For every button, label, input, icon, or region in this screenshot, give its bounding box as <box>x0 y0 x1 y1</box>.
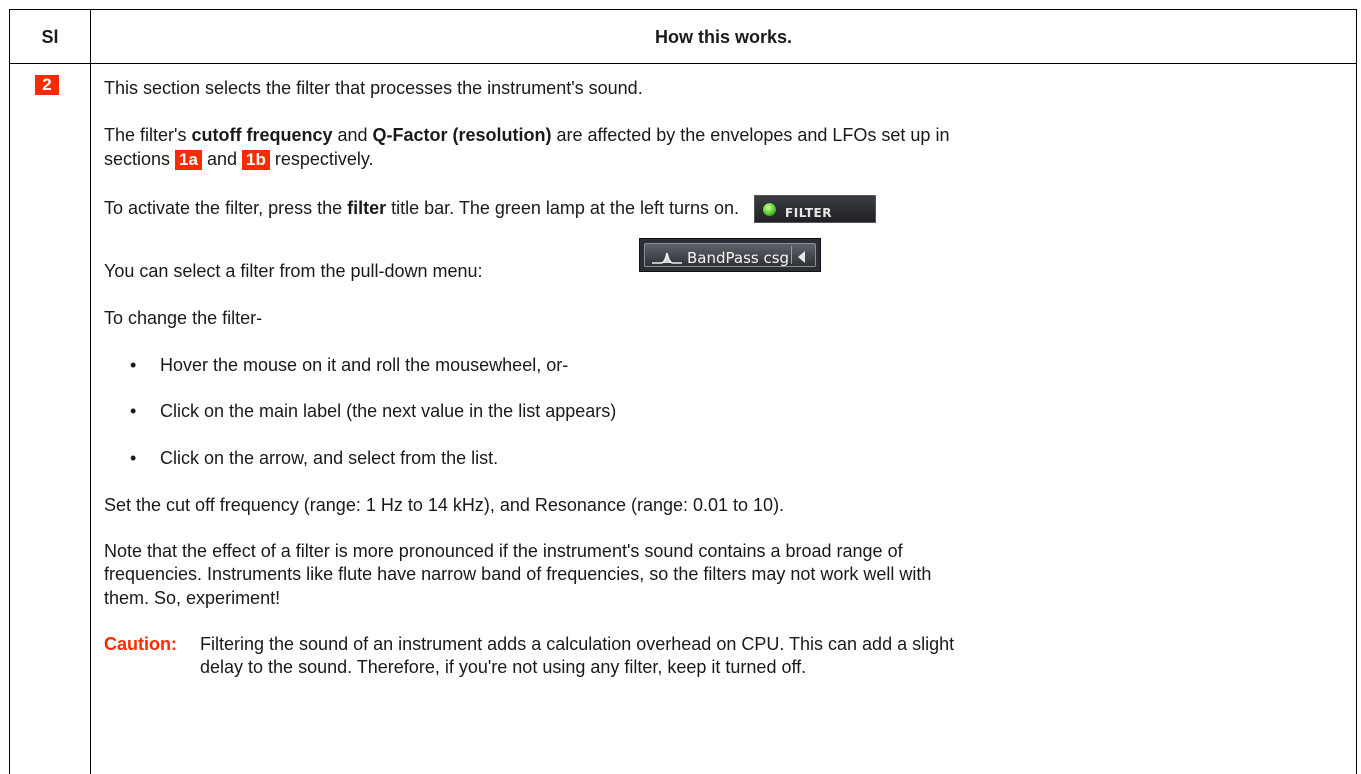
bullet-text: Click on the main label (the next value … <box>160 401 617 421</box>
column-divider <box>90 10 91 774</box>
instruction-table: Sl How this works. 2 This section select… <box>9 9 1357 774</box>
dropdown-body: BandPass csg <box>644 243 816 267</box>
paragraph-change: To change the filter- <box>104 308 263 328</box>
bullet-item: • Hover the mouse on it and roll the mou… <box>130 354 569 376</box>
respectively-text: respectively. <box>269 149 374 169</box>
arrow-left-icon <box>798 251 805 263</box>
and-text: and <box>201 149 243 169</box>
dropdown-value-label: BandPass csg <box>687 249 790 267</box>
section-tag: 2 <box>35 75 59 95</box>
caution-label: Caution: <box>104 633 177 655</box>
select-text: You can select a filter from the pull-do… <box>104 261 483 281</box>
bullet-item: • Click on the arrow, and select from th… <box>130 447 499 469</box>
bullet-glyph: • <box>130 401 137 421</box>
section-tag-1a: 1a <box>175 150 202 170</box>
paragraph-select: You can select a filter from the pull-do… <box>104 238 821 282</box>
header-how-this-works: How this works. <box>654 26 793 47</box>
bullet-glyph: • <box>130 448 137 468</box>
filter-title-label: FILTER <box>785 206 832 220</box>
bullet-glyph: • <box>130 355 137 375</box>
filter-title-bar-image: FILTER <box>754 195 877 223</box>
bullet-text: Hover the mouse on it and roll the mouse… <box>160 355 569 375</box>
paragraph-activate: To activate the filter, press the filter… <box>104 195 877 223</box>
sections-text: sections <box>104 149 176 169</box>
dropdown-separator <box>791 246 792 264</box>
bullet-text: Click on the arrow, and select from the … <box>160 448 499 468</box>
paragraph-cutoff-line2: sections 1a and 1b respectively. <box>104 148 374 170</box>
header-si: Sl <box>41 26 59 47</box>
paragraph-intro: This section selects the filter that pro… <box>104 78 643 98</box>
table-header: Sl How this works. <box>10 10 1356 64</box>
caution-line2: delay to the sound. Therefore, if you're… <box>200 657 807 677</box>
filter-term: filter <box>347 197 387 218</box>
green-lamp-icon <box>762 202 778 217</box>
cutoff-frequency-term: cutoff frequency <box>191 125 333 145</box>
paragraph-ranges: Set the cut off frequency (range: 1 Hz t… <box>104 495 785 515</box>
paragraph-note-line3: them. So, experiment! <box>104 588 281 608</box>
activate-text-a: To activate the filter, press the <box>104 197 348 218</box>
caution-term: Caution: <box>104 634 177 654</box>
bandpass-curve-icon <box>652 252 682 264</box>
cutoff-text-d: are affected by the envelopes and LFOs s… <box>551 125 950 145</box>
bullet-item: • Click on the main label (the next valu… <box>130 400 617 422</box>
paragraph-note-line2: frequencies. Instruments like flute have… <box>104 564 932 584</box>
activate-text-c: title bar. The green lamp at the left tu… <box>386 197 740 218</box>
q-factor-term: Q-Factor (resolution) <box>372 125 552 145</box>
paragraph-note-line1: Note that the effect of a filter is more… <box>104 541 903 561</box>
section-tag-1b: 1b <box>242 150 270 170</box>
paragraph-cutoff: The filter's cutoff frequency and Q-Fact… <box>104 124 949 146</box>
cutoff-text-a: The filter's <box>104 125 192 145</box>
filter-dropdown-image: BandPass csg <box>639 238 821 272</box>
caution-line1: Filtering the sound of an instrument add… <box>200 634 955 654</box>
cutoff-text-c: and <box>332 125 373 145</box>
